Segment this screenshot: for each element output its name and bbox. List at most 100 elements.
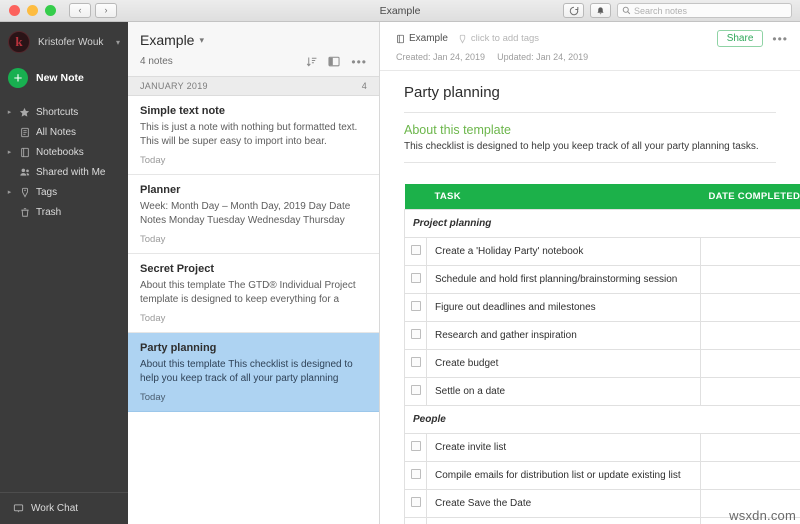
disclosure-arrow-icon[interactable]: ▸: [6, 148, 13, 156]
sidebar-item-notebooks[interactable]: ▸ Notebooks: [0, 142, 128, 162]
checkbox-icon[interactable]: [410, 329, 421, 339]
new-note-button[interactable]: + New Note: [0, 62, 128, 100]
row-checkbox-cell[interactable]: [404, 461, 427, 490]
date-cell[interactable]: [700, 293, 800, 322]
row-checkbox-cell[interactable]: [404, 433, 427, 462]
sidebar-item-label: Shortcuts: [36, 106, 79, 118]
table-row[interactable]: Create a 'Holiday Party' notebook: [404, 237, 800, 266]
editor-tags-button[interactable]: click to add tags: [458, 33, 539, 44]
list-item[interactable]: Planner Week: Month Day – Month Day, 201…: [128, 175, 379, 254]
task-cell: Create invite list: [426, 433, 701, 462]
table-row[interactable]: Schedule and hold first planning/brainst…: [404, 265, 800, 294]
more-icon[interactable]: •••: [772, 32, 788, 46]
checkbox-icon[interactable]: [410, 469, 421, 479]
table-row[interactable]: Compile emails for distribution list or …: [404, 461, 800, 490]
view-layout-icon[interactable]: [328, 56, 340, 67]
note-title: Simple text note: [140, 105, 225, 117]
checkbox-icon[interactable]: [410, 273, 421, 283]
task-cell: Compile emails for distribution list or …: [426, 461, 701, 490]
date-cell[interactable]: [700, 377, 800, 406]
disclosure-arrow-icon[interactable]: ▸: [6, 188, 13, 196]
date-cell[interactable]: [700, 265, 800, 294]
table-row[interactable]: Create budget: [404, 349, 800, 378]
share-button[interactable]: Share: [716, 30, 764, 47]
date-cell[interactable]: [700, 321, 800, 350]
tag-icon: [459, 34, 466, 44]
chat-icon: [12, 503, 25, 514]
list-item[interactable]: Secret Project About this template The G…: [128, 254, 379, 333]
editor-metadata: Created: Jan 24, 2019 Updated: Jan 24, 2…: [380, 47, 800, 71]
row-checkbox-cell[interactable]: [404, 265, 427, 294]
list-item[interactable]: Simple text note This is just a note wit…: [128, 96, 379, 175]
checklist-table-wrapper: TASK DATE COMPLETED Project planning Cre…: [380, 163, 800, 524]
table-row[interactable]: Settle on a date: [404, 377, 800, 406]
user-name: Kristofer Wouk: [38, 36, 104, 48]
table-row[interactable]: Figure out deadlines and milestones: [404, 293, 800, 322]
checkbox-icon[interactable]: [410, 441, 421, 451]
sidebar-item-label: Tags: [36, 186, 58, 198]
row-checkbox-cell[interactable]: [404, 293, 427, 322]
checkbox-icon[interactable]: [410, 497, 421, 507]
table-section-row: People: [404, 405, 800, 434]
nav-buttons: ‹ ›: [69, 3, 117, 18]
row-checkbox-cell[interactable]: [404, 349, 427, 378]
table-header: TASK DATE COMPLETED: [404, 184, 800, 210]
more-icon[interactable]: •••: [351, 56, 367, 68]
column-header-task: TASK: [426, 184, 701, 210]
column-header-checkbox: [404, 184, 427, 210]
table-row[interactable]: Research and gather inspiration: [404, 321, 800, 350]
editor-content[interactable]: Party planning About this template This …: [380, 71, 800, 524]
date-cell[interactable]: [700, 433, 800, 462]
account-switcher[interactable]: k Kristofer Wouk ▾: [0, 22, 128, 62]
note-group-label: JANUARY 2019: [140, 81, 208, 91]
note-editor: Example click to add tags Share ••• Crea…: [380, 22, 800, 524]
bell-icon[interactable]: [590, 3, 611, 18]
watermark: wsxdn.com: [729, 508, 796, 523]
zoom-button[interactable]: [45, 5, 56, 16]
row-checkbox-cell[interactable]: [404, 517, 427, 524]
note-list-header: Example ▾: [128, 22, 379, 48]
back-button[interactable]: ‹: [69, 3, 91, 18]
plus-icon: +: [8, 68, 28, 88]
notebook-title[interactable]: Example ▾: [140, 32, 367, 48]
sidebar-item-label: All Notes: [36, 126, 77, 138]
search-input[interactable]: Search notes: [617, 3, 792, 18]
sidebar-item-tags[interactable]: ▸ Tags: [0, 182, 128, 202]
search-placeholder: Search notes: [634, 5, 688, 16]
new-note-label: New Note: [36, 72, 84, 84]
notebook-icon: [397, 34, 404, 43]
list-item-selected[interactable]: Party planning About this template This …: [128, 333, 379, 412]
checkbox-icon[interactable]: [410, 357, 421, 367]
sidebar-item-shared-with-me[interactable]: Shared with Me: [0, 162, 128, 182]
editor-notebook-button[interactable]: Example: [396, 33, 448, 44]
created-label: Created: Jan 24, 2019: [396, 52, 486, 62]
row-checkbox-cell[interactable]: [404, 489, 427, 518]
avatar: k: [8, 31, 30, 53]
checkbox-icon[interactable]: [410, 245, 421, 255]
date-cell[interactable]: [700, 461, 800, 490]
titlebar-right-tools: Search notes: [563, 3, 792, 18]
checkbox-icon[interactable]: [410, 385, 421, 395]
checkbox-icon[interactable]: [410, 301, 421, 311]
sidebar-item-shortcuts[interactable]: ▸ Shortcuts: [0, 102, 128, 122]
minimize-button[interactable]: [27, 5, 38, 16]
forward-button[interactable]: ›: [95, 3, 117, 18]
sync-icon[interactable]: [563, 3, 584, 18]
sidebar-item-trash[interactable]: Trash: [0, 202, 128, 222]
sidebar-item-label: Shared with Me: [36, 166, 106, 178]
date-cell[interactable]: [700, 349, 800, 378]
traffic-lights: [9, 5, 56, 16]
close-button[interactable]: [9, 5, 20, 16]
row-checkbox-cell[interactable]: [404, 377, 427, 406]
task-cell: Create Save the Date: [426, 489, 701, 518]
date-cell[interactable]: [700, 237, 800, 266]
updated-label: Updated: Jan 24, 2019: [497, 52, 589, 62]
sort-icon[interactable]: [306, 56, 317, 67]
row-checkbox-cell[interactable]: [404, 237, 427, 266]
work-chat-button[interactable]: Work Chat: [0, 492, 128, 524]
sidebar-item-all-notes[interactable]: All Notes: [0, 122, 128, 142]
table-section-row: Project planning: [404, 209, 800, 238]
row-checkbox-cell[interactable]: [404, 321, 427, 350]
disclosure-arrow-icon[interactable]: ▸: [6, 108, 13, 116]
table-row[interactable]: Create invite list: [404, 433, 800, 462]
